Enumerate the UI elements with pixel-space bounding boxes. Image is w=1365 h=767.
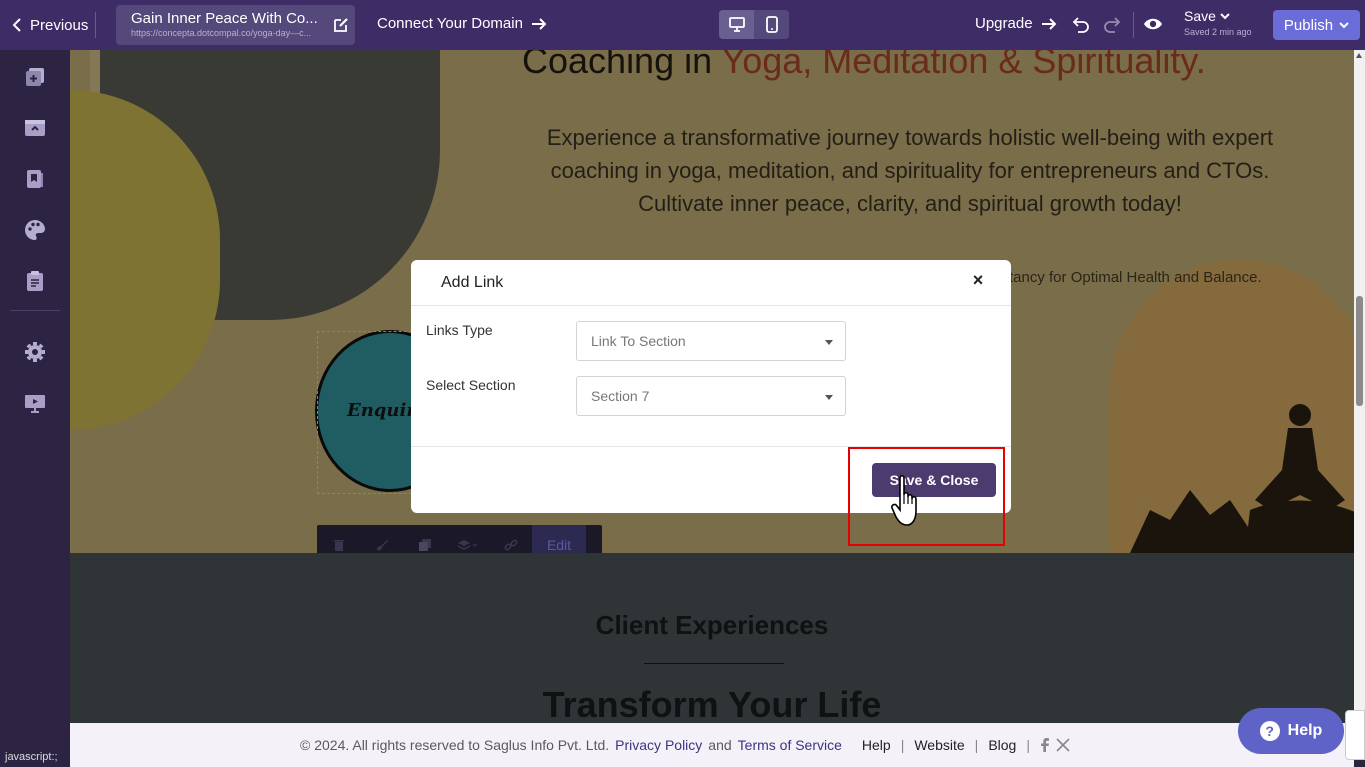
heading-divider <box>644 663 784 664</box>
redo-icon[interactable] <box>1103 15 1121 33</box>
select-section-label: Select Section <box>426 377 516 393</box>
footer-help-link[interactable]: Help <box>862 737 891 753</box>
transform-heading[interactable]: Transform Your Life <box>70 684 1354 723</box>
meditation-silhouette-image <box>1130 404 1354 553</box>
caret-down-icon <box>825 340 833 345</box>
sections-icon[interactable] <box>24 117 46 139</box>
arrow-right-icon <box>531 17 547 30</box>
links-type-select[interactable]: Link To Section <box>576 321 846 361</box>
copyright-text: © 2024. All rights reserved to Saglus In… <box>300 737 610 753</box>
save-status: Saved 2 min ago <box>1184 27 1252 37</box>
scroll-up-arrow[interactable] <box>1356 53 1362 58</box>
left-sidebar <box>0 50 70 767</box>
terms-link[interactable]: Terms of Service <box>738 737 842 753</box>
chevron-down-icon <box>1339 22 1349 29</box>
desktop-icon <box>728 17 745 32</box>
save-label: Save <box>1184 8 1216 24</box>
side-panel-tab[interactable] <box>1345 710 1365 760</box>
hero-heading[interactable]: Coaching in Yoga, Meditation & Spiritual… <box>522 50 1206 82</box>
chevron-down-icon <box>1220 13 1230 20</box>
links-type-value: Link To Section <box>591 333 686 349</box>
blog-link[interactable]: Blog <box>988 737 1016 753</box>
help-button[interactable]: ? Help <box>1238 708 1344 754</box>
upgrade-button[interactable]: Upgrade <box>975 15 1057 32</box>
footer-separator: | <box>900 737 905 753</box>
footer-and: and <box>708 737 732 753</box>
toolbar-divider <box>95 12 96 38</box>
question-icon: ? <box>1259 721 1280 741</box>
presentation-icon[interactable] <box>24 392 46 414</box>
save-dropdown[interactable]: Save Saved 2 min ago <box>1184 8 1252 37</box>
link-icon <box>504 539 517 551</box>
highlight-box <box>848 447 1005 546</box>
layers-icon <box>457 540 477 550</box>
trash-icon <box>333 540 344 551</box>
status-bar-url: javascript:; <box>0 749 63 767</box>
close-icon[interactable]: × <box>968 270 988 290</box>
clipboard-icon[interactable] <box>24 270 46 292</box>
selection-box <box>317 331 417 494</box>
undo-icon[interactable] <box>1072 15 1090 33</box>
chevron-left-icon <box>12 18 21 32</box>
hero-heading-prefix: Coaching in <box>522 50 722 81</box>
client-experiences-heading[interactable]: Client Experiences <box>70 610 1354 641</box>
palette-icon[interactable] <box>24 219 46 241</box>
add-element-icon[interactable] <box>24 66 46 88</box>
connect-domain-button[interactable]: Connect Your Domain <box>377 15 547 32</box>
footer-separator: | <box>1026 737 1030 753</box>
previous-button[interactable]: Previous <box>10 13 88 37</box>
hero-subtext[interactable]: tancy for Optimal Health and Balance. <box>1009 269 1262 286</box>
website-link[interactable]: Website <box>914 737 964 753</box>
privacy-policy-link[interactable]: Privacy Policy <box>615 737 702 753</box>
gear-icon[interactable] <box>24 341 46 363</box>
mobile-icon <box>765 16 778 33</box>
section-select[interactable]: Section 7 <box>576 376 846 416</box>
device-switcher <box>719 10 789 39</box>
hero-heading-accent: Yoga, Meditation & Spirituality. <box>721 50 1206 81</box>
preview-eye-icon[interactable] <box>1143 14 1163 34</box>
upgrade-label: Upgrade <box>975 15 1033 32</box>
help-button-label: Help <box>1287 722 1323 739</box>
facebook-icon[interactable] <box>1040 738 1050 752</box>
page-url: https://concepta.dotcompal.co/yoga-day—c… <box>131 28 312 38</box>
x-twitter-icon[interactable] <box>1056 738 1070 752</box>
copy-icon <box>418 539 431 551</box>
arrow-right-icon <box>1041 17 1056 30</box>
page-title-box[interactable]: Gain Inner Peace With Co... https://conc… <box>116 5 355 45</box>
modal-title: Add Link <box>441 274 504 291</box>
footer-separator: | <box>974 737 979 753</box>
connect-domain-label: Connect Your Domain <box>377 15 523 32</box>
desktop-view-button[interactable] <box>719 10 754 39</box>
edit-icon[interactable] <box>332 16 350 34</box>
publish-button[interactable]: Publish <box>1273 10 1360 40</box>
hero-paragraph[interactable]: Experience a transformative journey towa… <box>510 121 1310 220</box>
previous-label: Previous <box>30 16 89 34</box>
footer: © 2024. All rights reserved to Saglus In… <box>70 723 1354 767</box>
scrollbar-thumb[interactable] <box>1356 296 1363 406</box>
links-type-label: Links Type <box>426 322 493 338</box>
brush-icon <box>376 540 388 551</box>
section-value: Section 7 <box>591 388 650 404</box>
sidebar-divider <box>10 310 60 311</box>
top-toolbar: Previous Gain Inner Peace With Co... htt… <box>0 0 1365 50</box>
page-title: Gain Inner Peace With Co... <box>131 10 318 27</box>
hand-cursor-icon <box>891 474 917 526</box>
toolbar-divider <box>1133 12 1134 38</box>
modal-header: Add Link × <box>411 260 1011 306</box>
caret-down-icon <box>825 395 833 400</box>
publish-label: Publish <box>1283 16 1334 34</box>
mobile-view-button[interactable] <box>754 10 789 39</box>
saved-blocks-icon[interactable] <box>24 168 46 190</box>
